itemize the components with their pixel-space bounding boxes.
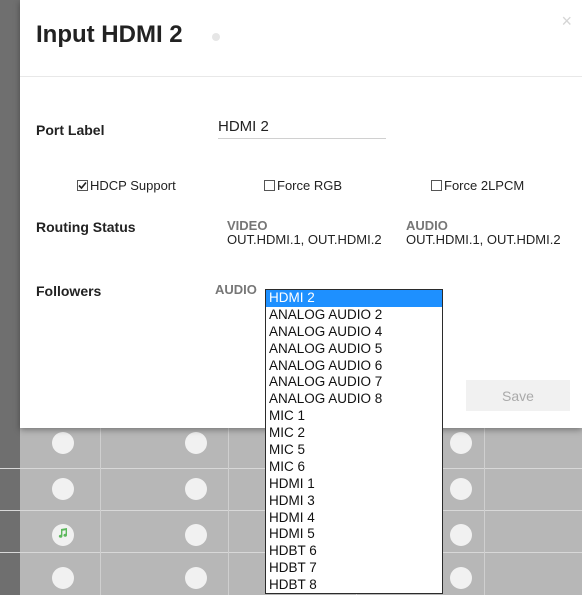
force-2lpcm-checkbox[interactable]: Force 2LPCM (431, 178, 524, 193)
dropdown-option[interactable]: ANALOG AUDIO 8 (266, 391, 442, 408)
dropdown-option[interactable]: HDMI 5 (266, 526, 442, 543)
followers-audio-label: AUDIO (215, 282, 257, 297)
force-rgb-label: Force RGB (277, 178, 343, 193)
modal-title: Input HDMI 2 (36, 21, 183, 48)
dropdown-option[interactable]: ANALOG AUDIO 7 (266, 374, 442, 391)
left-edge-panel (0, 0, 20, 595)
matrix-crosspoint[interactable] (52, 567, 74, 589)
matrix-crosspoint[interactable] (450, 432, 472, 454)
matrix-col-divider (484, 425, 485, 595)
close-icon[interactable]: × (561, 12, 572, 30)
routing-status-heading: Routing Status (36, 219, 136, 235)
checkbox-unchecked-icon[interactable] (264, 180, 275, 191)
matrix-crosspoint[interactable] (450, 567, 472, 589)
matrix-crosspoint[interactable] (185, 524, 207, 546)
status-dot-icon (212, 33, 220, 41)
checkbox-checked-icon[interactable] (77, 180, 88, 191)
modal-header: Input HDMI 2 × (20, 0, 582, 77)
port-label-input[interactable] (218, 114, 386, 139)
hdcp-support-label: HDCP Support (90, 178, 176, 193)
matrix-crosspoint[interactable] (450, 478, 472, 500)
matrix-col-divider (100, 425, 101, 595)
checkbox-unchecked-icon[interactable] (431, 180, 442, 191)
dropdown-option[interactable]: MIC 1 (266, 408, 442, 425)
matrix-crosspoint[interactable] (185, 567, 207, 589)
audio-routing-header: AUDIO (406, 218, 448, 233)
dropdown-option[interactable]: MIC 2 (266, 425, 442, 442)
matrix-crosspoint[interactable] (450, 524, 472, 546)
dropdown-option[interactable]: MIC 5 (266, 442, 442, 459)
port-label-heading: Port Label (36, 122, 105, 138)
save-button[interactable]: Save (466, 380, 570, 411)
matrix-crosspoint[interactable] (52, 478, 74, 500)
video-routing-value: OUT.HDMI.1, OUT.HDMI.2 (227, 232, 382, 247)
matrix-col-divider (228, 425, 229, 595)
dropdown-option[interactable]: HDMI 4 (266, 510, 442, 527)
hdcp-support-checkbox[interactable]: HDCP Support (77, 178, 176, 193)
matrix-crosspoint[interactable] (185, 478, 207, 500)
matrix-crosspoint-audio[interactable] (52, 524, 74, 546)
dropdown-option[interactable]: ANALOG AUDIO 2 (266, 307, 442, 324)
force-rgb-checkbox[interactable]: Force RGB (264, 178, 342, 193)
force-2lpcm-label: Force 2LPCM (444, 178, 525, 193)
dropdown-option[interactable]: ANALOG AUDIO 6 (266, 358, 442, 375)
video-routing-header: VIDEO (227, 218, 268, 233)
dropdown-option-selected[interactable]: HDMI 2 (266, 290, 442, 307)
followers-heading: Followers (36, 283, 102, 299)
dropdown-option[interactable]: HDBT 8 (266, 577, 442, 593)
dropdown-option[interactable]: HDMI 1 (266, 476, 442, 493)
matrix-crosspoint[interactable] (185, 432, 207, 454)
audio-follower-dropdown[interactable]: HDMI 2 ANALOG AUDIO 2 ANALOG AUDIO 4 ANA… (265, 289, 443, 594)
dropdown-option[interactable]: HDBT 6 (266, 543, 442, 560)
dropdown-option[interactable]: ANALOG AUDIO 5 (266, 341, 442, 358)
dropdown-option[interactable]: HDMI 3 (266, 493, 442, 510)
dropdown-option[interactable]: MIC 6 (266, 459, 442, 476)
dropdown-option[interactable]: HDBT 7 (266, 560, 442, 577)
dropdown-option[interactable]: ANALOG AUDIO 4 (266, 324, 442, 341)
matrix-crosspoint[interactable] (52, 432, 74, 454)
audio-routing-value: OUT.HDMI.1, OUT.HDMI.2 (406, 232, 561, 247)
music-note-icon (57, 526, 69, 544)
